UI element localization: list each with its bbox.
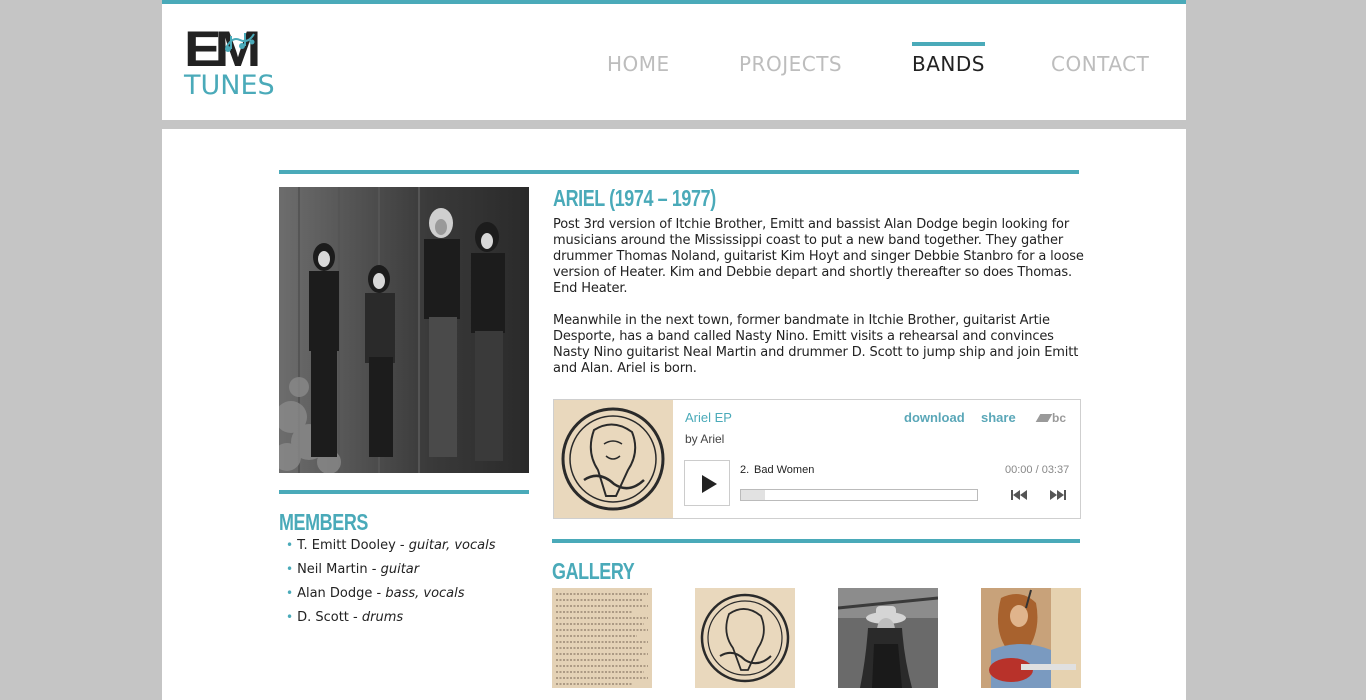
member-name: Alan Dodge: [297, 586, 373, 601]
gallery-thumb-document[interactable]: [552, 588, 652, 688]
album-title-link[interactable]: Ariel EP: [685, 410, 732, 425]
bullet-icon: •: [286, 538, 294, 552]
members-divider: [279, 490, 529, 494]
members-heading: MEMBERS: [279, 509, 368, 535]
bandcamp-logo[interactable]: bc: [1035, 411, 1067, 425]
bullet-icon: •: [286, 586, 294, 600]
next-track-icon[interactable]: [1048, 488, 1068, 502]
track-name: Bad Women: [754, 464, 815, 476]
member-name: D. Scott: [297, 610, 349, 625]
download-link[interactable]: download: [904, 410, 965, 425]
band-content-panel: MEMBERS • T. Emitt Dooley - guitar, vocal…: [162, 129, 1186, 700]
bio-paragraph: Meanwhile in the next town, former bandm…: [553, 313, 1079, 376]
play-button[interactable]: [684, 460, 730, 506]
track-number: 2.: [740, 464, 750, 476]
share-link[interactable]: share: [981, 410, 1016, 425]
play-icon: [702, 475, 717, 493]
member-item: • Alan Dodge - bass, vocals: [286, 581, 495, 605]
nav-bands[interactable]: BANDS: [912, 42, 985, 76]
nav-home[interactable]: HOME: [607, 52, 670, 76]
gallery-heading: GALLERY: [552, 558, 635, 584]
band-photo: [279, 187, 529, 473]
bandcamp-brand-text: bc: [1052, 411, 1067, 425]
previous-track-icon[interactable]: [1009, 488, 1029, 502]
bandcamp-player: Ariel EP by Ariel download share bc 2. B…: [553, 399, 1081, 519]
member-name: T. Emitt Dooley: [297, 538, 396, 553]
bio-paragraph: Post 3rd version of Itchie Brother, Emit…: [553, 217, 1084, 296]
member-sep: -: [367, 562, 381, 577]
member-role: drums: [361, 610, 404, 625]
bullet-icon: •: [286, 610, 294, 624]
member-item: • T. Emitt Dooley - guitar, vocals: [286, 533, 495, 557]
gallery-thumb-album-logo[interactable]: [695, 588, 795, 688]
member-item: • Neil Martin - guitar: [286, 557, 495, 581]
gallery-divider: [552, 539, 1080, 543]
album-art[interactable]: [554, 400, 673, 518]
member-item: • D. Scott - drums: [286, 605, 495, 629]
album-artist: by Ariel: [685, 432, 725, 446]
site-header: EM TUNES HOME PROJECTS BANDS CONTACT: [162, 0, 1186, 120]
member-sep: -: [395, 538, 409, 553]
nav-projects[interactable]: PROJECTS: [739, 52, 842, 76]
band-bio: Post 3rd version of Itchie Brother, Emit…: [553, 217, 1093, 393]
nav-contact[interactable]: CONTACT: [1051, 52, 1149, 76]
main-nav: HOME PROJECTS BANDS CONTACT: [162, 42, 1186, 82]
track-time: 00:00 / 03:37: [1005, 464, 1070, 476]
bullet-icon: •: [286, 562, 294, 576]
gallery-thumb-portrait[interactable]: [838, 588, 938, 688]
progress-fill: [741, 490, 765, 500]
member-sep: -: [348, 610, 362, 625]
gallery-thumb-guitarist[interactable]: [981, 588, 1081, 688]
member-role: guitar: [380, 562, 420, 577]
member-sep: -: [372, 586, 386, 601]
band-title: ARIEL (1974 – 1977): [553, 185, 716, 211]
members-list: • T. Emitt Dooley - guitar, vocals • Neil …: [286, 533, 495, 629]
member-role: bass, vocals: [385, 586, 465, 601]
bandcamp-mark-icon: [1035, 414, 1053, 422]
member-role: guitar, vocals: [408, 538, 496, 553]
track-progress-bar[interactable]: [740, 489, 978, 501]
top-divider: [279, 170, 1079, 174]
member-name: Neil Martin: [297, 562, 368, 577]
